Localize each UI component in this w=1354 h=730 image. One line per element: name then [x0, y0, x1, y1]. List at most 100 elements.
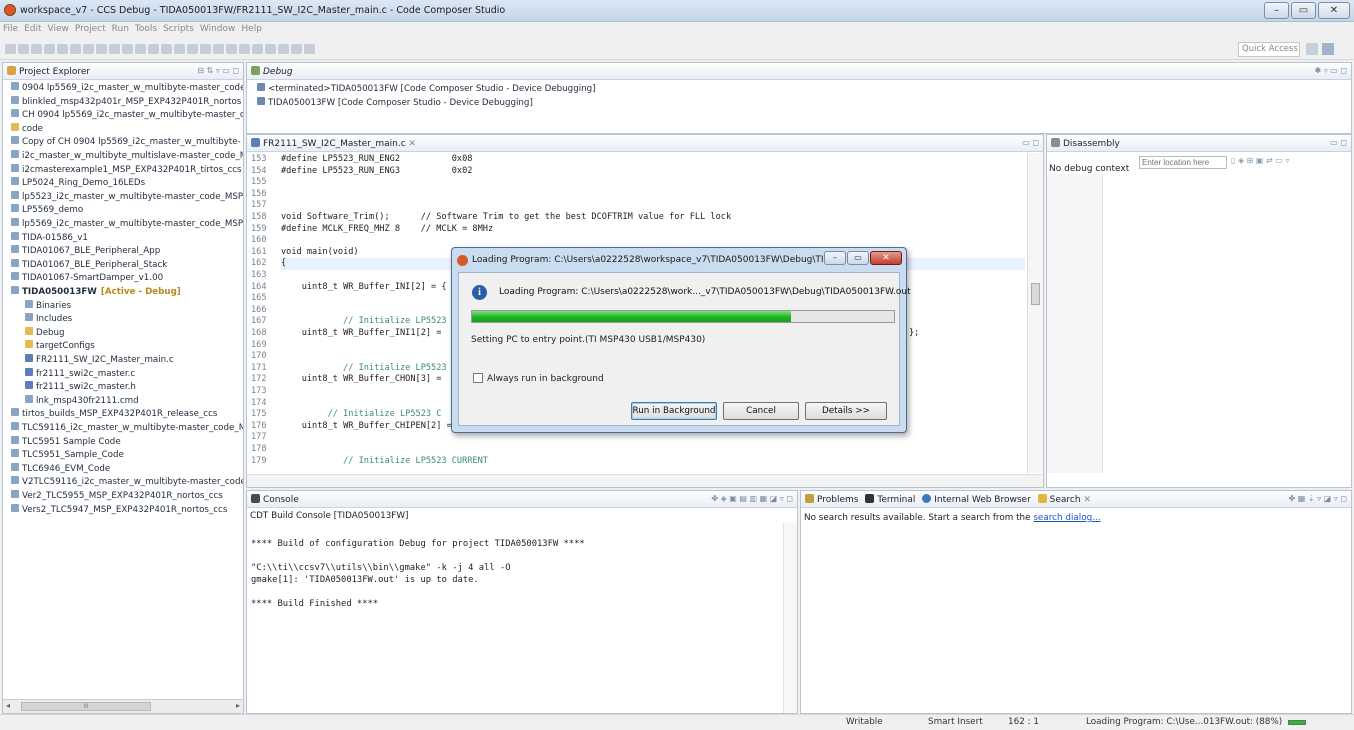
- step-over-icon[interactable]: [109, 44, 120, 54]
- menu-tools[interactable]: Tools: [132, 22, 160, 34]
- terminate-icon[interactable]: [83, 44, 94, 54]
- project-tree-item[interactable]: TLC6946_EVM_Code: [11, 462, 110, 476]
- debug-perspective-icon[interactable]: [1322, 43, 1334, 55]
- run-icon[interactable]: [187, 44, 198, 54]
- project-explorer-title[interactable]: Project Explorer: [19, 67, 90, 77]
- tab-internal-web-browser[interactable]: Internal Web Browser: [934, 495, 1031, 505]
- maximize-button[interactable]: ▭: [1291, 2, 1316, 19]
- print-icon[interactable]: [44, 44, 55, 54]
- project-tree-item[interactable]: TIDA01067_BLE_Peripheral_Stack: [11, 258, 167, 272]
- code-line[interactable]: #define LP5523_RUN_ENG2 0x08: [281, 154, 472, 165]
- open-type-icon[interactable]: [213, 44, 224, 54]
- search-dialog-link[interactable]: search dialog...: [1033, 513, 1100, 523]
- project-tree-item[interactable]: V2TLC59116_i2c_master_w_multibyte-master…: [11, 476, 243, 489]
- editor-vscrollbar[interactable]: [1027, 153, 1043, 473]
- suspend-icon[interactable]: [70, 44, 81, 54]
- always-run-background-checkbox[interactable]: Always run in background: [473, 373, 604, 384]
- memory-icon[interactable]: [135, 44, 146, 54]
- code-line[interactable]: #define MCLK_FREQ_MHZ 8 // MCLK = 8MHz: [281, 224, 493, 235]
- forward-icon[interactable]: [278, 44, 289, 54]
- tab-search[interactable]: Search: [1050, 495, 1081, 505]
- close-button[interactable]: ✕: [1318, 2, 1350, 19]
- code-line[interactable]: void main(void): [281, 247, 359, 258]
- pin-icon[interactable]: [291, 44, 302, 54]
- project-tree-item[interactable]: Debug: [25, 326, 65, 340]
- project-tree-item[interactable]: lnk_msp430fr2111.cmd: [25, 394, 139, 408]
- code-line[interactable]: // Initialize LP5523: [281, 316, 447, 327]
- editor-tab[interactable]: FR2111_SW_I2C_Master_main.c: [263, 139, 406, 149]
- menu-scripts[interactable]: Scripts: [160, 22, 197, 34]
- project-tree-item[interactable]: TIDA-01586_v1: [11, 231, 88, 245]
- quick-access-input[interactable]: Quick Access: [1238, 42, 1300, 57]
- step-return-icon[interactable]: [122, 44, 133, 54]
- search-icon[interactable]: [226, 44, 237, 54]
- code-line[interactable]: uint8_t WR_Buffer_INI[2] = {: [281, 282, 447, 293]
- location-input[interactable]: [1139, 156, 1227, 169]
- perspective-switcher[interactable]: [1304, 42, 1348, 57]
- cancel-button[interactable]: Cancel: [723, 402, 799, 420]
- back-icon[interactable]: [265, 44, 276, 54]
- scroll-right-icon[interactable]: ▸: [236, 701, 240, 710]
- debug-item-active[interactable]: TIDA050013FW [Code Composer Studio - Dev…: [257, 97, 533, 110]
- horizontal-scrollbar[interactable]: ◂ III ▸: [3, 699, 243, 713]
- project-tree-item[interactable]: fr2111_swi2c_master.c: [25, 367, 135, 381]
- next-annotation-icon[interactable]: [239, 44, 250, 54]
- console-scrollbar[interactable]: [783, 523, 797, 713]
- menu-help[interactable]: Help: [238, 22, 265, 34]
- code-line[interactable]: uint8_t WR_Buffer_CHON[3] =: [281, 374, 442, 385]
- project-tree-item[interactable]: CH 0904 lp5569_i2c_master_w_multibyte-ma…: [11, 109, 243, 122]
- editor-hscrollbar[interactable]: [247, 474, 1043, 487]
- project-tree-item[interactable]: TLC5951 Sample Code: [11, 435, 121, 449]
- dialog-minimize-button[interactable]: –: [824, 251, 846, 265]
- save-icon[interactable]: [18, 44, 29, 54]
- run-in-background-button[interactable]: Run in Background: [631, 402, 717, 420]
- editor-controls[interactable]: ▭ ◻: [1022, 138, 1039, 147]
- scroll-thumb[interactable]: III: [21, 702, 151, 711]
- disassembly-title[interactable]: Disassembly: [1063, 139, 1120, 149]
- menu-file[interactable]: File: [0, 22, 21, 34]
- project-tree-item[interactable]: Includes: [25, 313, 72, 326]
- menu-view[interactable]: View: [45, 22, 72, 34]
- step-into-icon[interactable]: [96, 44, 107, 54]
- project-tree-item[interactable]: TLC5951_Sample_Code: [11, 449, 124, 462]
- project-tree-item[interactable]: Ver2_TLC5955_MSP_EXP432P401R_nortos_ccs: [11, 490, 223, 503]
- prev-annotation-icon[interactable]: [252, 44, 263, 54]
- code-line[interactable]: // Initialize LP5523 CURRENT: [281, 456, 488, 467]
- debug-title[interactable]: Debug: [263, 67, 293, 77]
- code-line[interactable]: void Software_Trim(); // Software Trim t…: [281, 212, 731, 223]
- menu-edit[interactable]: Edit: [21, 22, 44, 34]
- registers-icon[interactable]: [148, 44, 159, 54]
- project-tree-item[interactable]: code: [11, 122, 43, 136]
- debug-item-terminated[interactable]: <terminated>TIDA050013FW [Code Composer …: [257, 83, 596, 96]
- project-tree-item[interactable]: TLC59116_i2c_master_w_multibyte-master_c…: [11, 422, 243, 435]
- console-controls[interactable]: ✤ ◈ ▣ ▤ ▥ ▦ ◪ ▿ ◻: [711, 494, 793, 503]
- external-tools-icon[interactable]: [200, 44, 211, 54]
- dialog-maximize-button[interactable]: ▭: [847, 251, 869, 265]
- editor-scroll-thumb[interactable]: [1031, 283, 1040, 305]
- tab-terminal[interactable]: Terminal: [877, 495, 915, 505]
- project-tree-item[interactable]: lp5569_i2c_master_w_multibyte-master_cod…: [11, 218, 243, 231]
- search-controls[interactable]: ✤ ▦ ⇣ ▿ ◪ ▿ ◻: [1289, 494, 1347, 503]
- details-button[interactable]: Details >>: [805, 402, 887, 420]
- project-tree-item[interactable]: LP5569_demo: [11, 204, 83, 217]
- project-tree-item[interactable]: targetConfigs: [25, 340, 95, 353]
- project-tree-item[interactable]: blinkled_msp432p401r_MSP_EXP432P401R_nor…: [11, 95, 241, 109]
- project-tree-item[interactable]: lp5523_i2c_master_w_multibyte-master_cod…: [11, 190, 243, 204]
- resume-icon[interactable]: [57, 44, 68, 54]
- project-tree-item[interactable]: TIDA01067_BLE_Peripheral_App: [11, 245, 160, 258]
- save-all-icon[interactable]: [31, 44, 42, 54]
- console-output[interactable]: **** Build of configuration Debug for pr…: [251, 539, 779, 709]
- open-perspective-icon[interactable]: [1306, 43, 1318, 55]
- menu-run[interactable]: Run: [109, 22, 132, 34]
- project-tree-item[interactable]: Vers2_TLC5947_MSP_EXP432P401R_nortos_ccs: [11, 503, 227, 517]
- project-tree-item[interactable]: tirtos_builds_MSP_EXP432P401R_release_cc…: [11, 408, 217, 421]
- menu-window[interactable]: Window: [197, 22, 239, 34]
- debug-view-controls[interactable]: ✱ ▿ ▭ ◻: [1314, 66, 1347, 75]
- code-line[interactable]: // Initialize LP5523: [281, 363, 447, 374]
- new-icon[interactable]: [5, 44, 16, 54]
- dialog-close-button[interactable]: ✕: [870, 251, 902, 265]
- tab-problems[interactable]: Problems: [817, 495, 858, 505]
- project-tree-item[interactable]: 0904 lp5569_i2c_master_w_multibyte-maste…: [11, 82, 243, 95]
- disassembly-toolbar[interactable]: ▯ ◈ ⊞ ▣ ⇄ ▭ ▿: [1231, 156, 1289, 165]
- disassembly-controls[interactable]: ▭ ◻: [1330, 138, 1347, 147]
